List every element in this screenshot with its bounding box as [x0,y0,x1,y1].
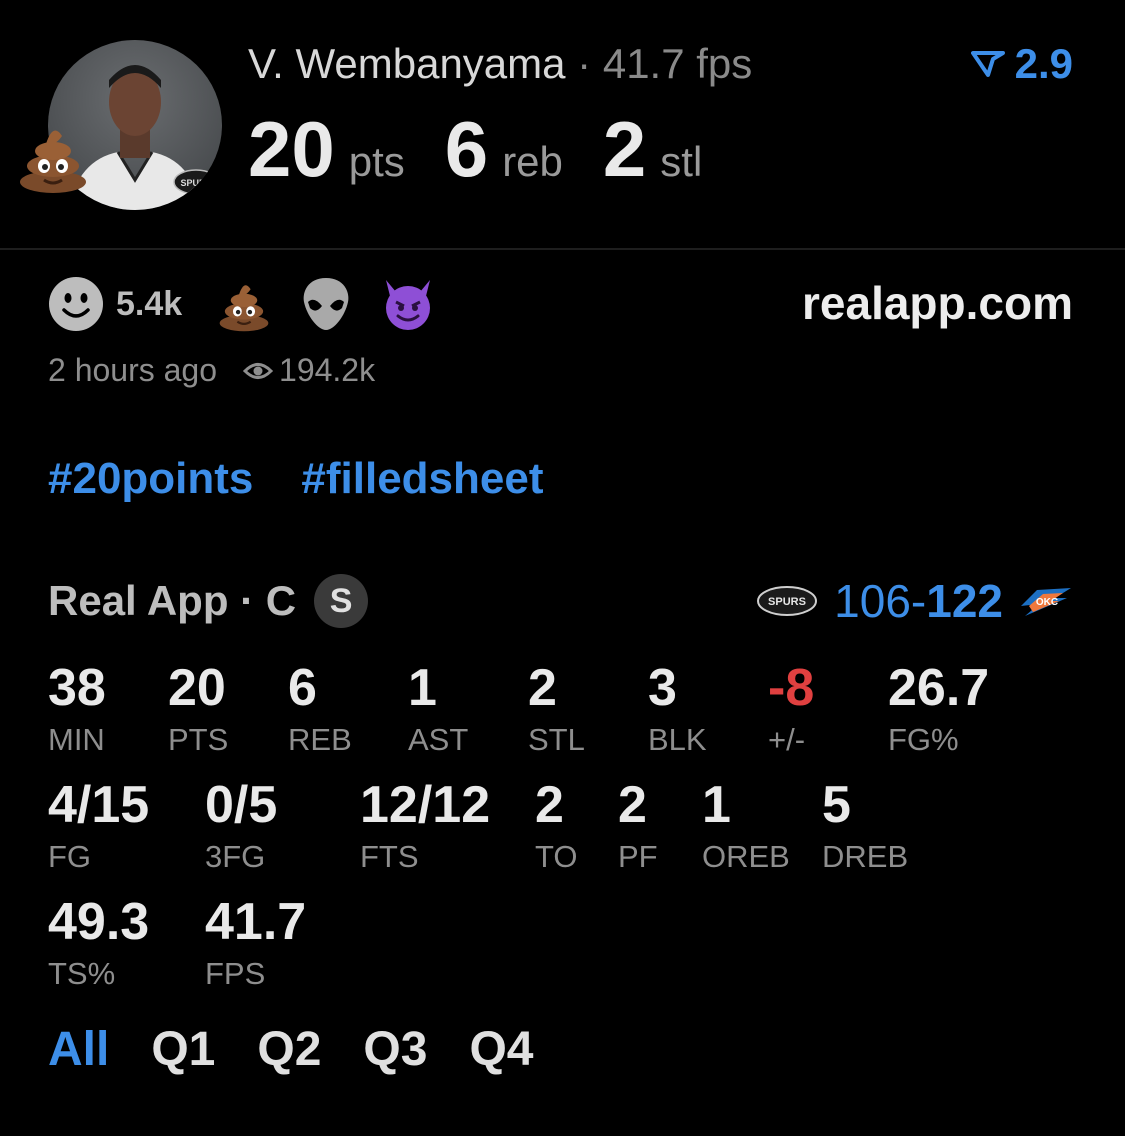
stat-value: 1 [408,659,437,717]
stat-label: FTS [360,839,419,874]
headline-steals-value: 2 [602,105,647,193]
stat-fps: 41.7 FPS [205,896,306,989]
stat-value: 26.7 [888,659,990,717]
tab-q4[interactable]: Q4 [469,1022,533,1077]
time-ago: 2 hours ago [48,352,218,388]
stat-label: +/- [768,722,806,757]
stat-label: STL [528,722,585,757]
thunder-logo-icon: OKC [1021,588,1071,616]
stat-value: -8 [768,659,815,717]
tab-all[interactable]: All [48,1022,109,1077]
hashtag-list: #20points #filledsheet [48,454,543,504]
alien-emoji-icon[interactable] [298,276,354,332]
stat-fg: 4/15 FG [48,779,149,872]
stat-label: PTS [168,722,229,757]
stat-label: FG [48,839,92,874]
headline-points-unit: pts [348,138,405,185]
stat-label: FG% [888,722,959,757]
stat-label: AST [408,722,469,757]
stat-value: 2 [528,659,557,717]
eye-icon [243,362,274,379]
spurs-logo-icon: SPURS [757,586,818,616]
stat-value: 4/15 [48,776,150,834]
stat-fg-pct: 26.7 FG% [888,662,989,755]
stat-reb: 6 REB [288,662,352,755]
stat-pts: 20 PTS [168,662,228,755]
smiley-face-icon[interactable] [48,276,104,332]
view-count-value: 194.2k [279,352,376,388]
stat-value: 0/5 [205,776,278,834]
stat-value: 38 [48,659,106,717]
svg-text:OKC: OKC [1036,597,1058,608]
stat-value: 2 [618,776,647,834]
stat-label: FPS [205,956,266,991]
score-spurs: 106- [834,575,927,627]
stat-ts-pct: 49.3 TS% [48,896,149,989]
svg-text:SPURS: SPURS [180,178,211,188]
tab-q1[interactable]: Q1 [151,1022,215,1077]
devil-emoji-icon[interactable] [380,276,436,332]
stat-min: 38 MIN [48,662,106,755]
view-count: 194.2k [243,352,375,389]
player-fps: · 41.7 fps [565,40,753,87]
stat-label: TO [535,839,578,874]
league-position: Real App · C [48,577,297,624]
stat-label: MIN [48,722,105,757]
hashtag-filledsheet[interactable]: #filledsheet [301,454,543,504]
arrow-down-icon [970,51,1005,77]
poop-emoji-icon [20,130,86,193]
stat-blk: 3 BLK [648,662,707,755]
headline-rebounds-unit: reb [502,138,563,185]
reactions-bar: 5.4k [48,276,462,332]
stat-label: PF [618,839,658,874]
stat-value: 2 [535,776,564,834]
quarter-tabs: All Q1 Q2 Q3 Q4 [48,1022,533,1077]
site-link[interactable]: realapp.com [802,276,1073,330]
stat-value: 49.3 [48,893,150,951]
stat-stl: 2 STL [528,662,585,755]
arrow-score-value: 2.9 [1014,40,1073,87]
stat-value: 41.7 [205,893,307,951]
arrow-score[interactable]: 2.9 [970,40,1073,88]
stat-value: 20 [168,659,226,717]
stat-value: 1 [702,776,731,834]
poop-emoji-icon[interactable] [216,276,272,332]
tab-q2[interactable]: Q2 [257,1022,321,1077]
starter-badge: S [314,574,369,628]
headline-stats: 20 pts 6 reb 2 stl [248,104,742,195]
svg-text:SPURS: SPURS [768,596,806,608]
player-name-line[interactable]: V. Wembanyama · 41.7 fps [248,40,752,88]
game-context: Real App · C S [48,574,369,628]
stat-pf: 2 PF [618,779,658,872]
stat-label: 3FG [205,839,266,874]
stat-3fg: 0/5 3FG [205,779,277,872]
headline-steals-unit: stl [660,138,703,185]
stat-value: 5 [822,776,851,834]
stat-dreb: 5 DREB [822,779,908,872]
stat-oreb: 1 OREB [702,779,790,872]
stat-value: 6 [288,659,317,717]
stat-label: BLK [648,722,707,757]
stat-label: TS% [48,956,116,991]
score-text: 106-122 [834,574,1003,628]
player-name[interactable]: V. Wembanyama [248,40,566,87]
stat-label: OREB [702,839,790,874]
stat-value: 12/12 [360,776,491,834]
headline-rebounds-value: 6 [444,105,489,193]
divider [0,248,1125,250]
headline-points-value: 20 [248,105,335,193]
stat-value: 3 [648,659,677,717]
stat-label: DREB [822,839,909,874]
stat-to: 2 TO [535,779,578,872]
stat-ast: 1 AST [408,662,468,755]
stat-plus-minus: -8 +/- [768,662,814,755]
score-opponent: 122 [926,575,1003,627]
post-meta: 2 hours ago 194.2k [48,352,375,389]
stat-fts: 12/12 FTS [360,779,490,872]
game-score[interactable]: SPURS 106-122 OKC [756,574,1073,628]
stat-label: REB [288,722,352,757]
reaction-count[interactable]: 5.4k [116,285,182,324]
tab-q3[interactable]: Q3 [363,1022,427,1077]
hashtag-20points[interactable]: #20points [48,454,253,504]
